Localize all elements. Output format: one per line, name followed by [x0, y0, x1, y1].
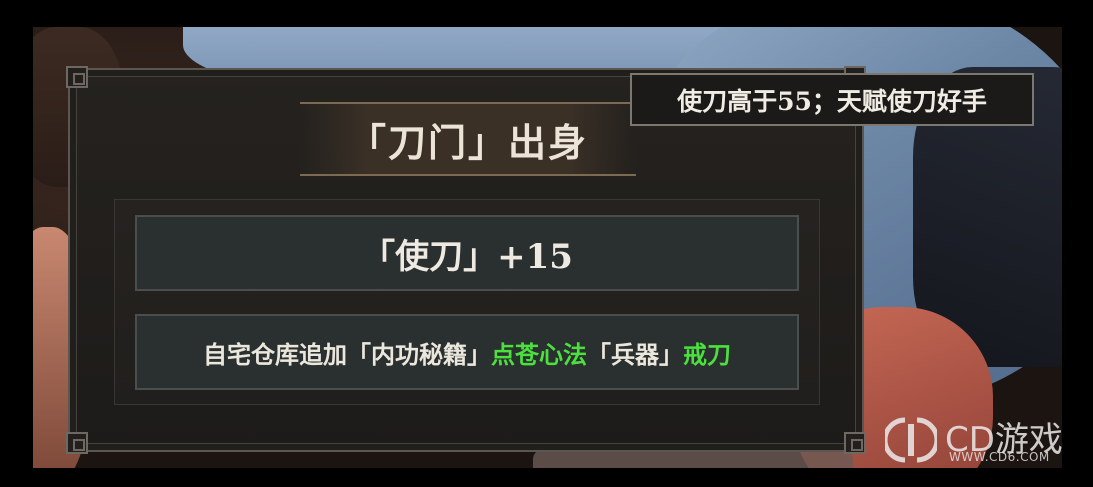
site-watermark: CD游戏 WWW.CD6.COM: [885, 414, 1085, 470]
item-reward-row: 自宅仓库追加「内功秘籍」 点苍心法 「兵器」 戒刀: [135, 314, 799, 390]
title-plate: 「刀门」出身: [300, 102, 636, 176]
watermark-logo-icon: [885, 417, 937, 463]
tooltip-text: 使刀高于55；天赋使刀好手: [677, 86, 987, 116]
panel-title: 「刀门」出身: [347, 119, 588, 165]
corner-ornament-icon: [66, 66, 88, 88]
reward-text: 自宅仓库追加「内功秘籍」: [203, 339, 491, 369]
corner-ornament-icon: [844, 432, 866, 454]
watermark-url: WWW.CD6.COM: [949, 450, 1050, 464]
reward-item-weapon: 戒刀: [683, 339, 731, 369]
corner-ornament-icon: [66, 432, 88, 454]
requirement-tooltip: 使刀高于55；天赋使刀好手: [630, 73, 1034, 126]
reward-category: 「兵器」: [587, 339, 683, 369]
reward-item-manual: 点苍心法: [491, 339, 587, 369]
stat-bonus-text: 「使刀」+15: [361, 236, 573, 277]
stat-bonus-row: 「使刀」+15: [135, 215, 799, 291]
